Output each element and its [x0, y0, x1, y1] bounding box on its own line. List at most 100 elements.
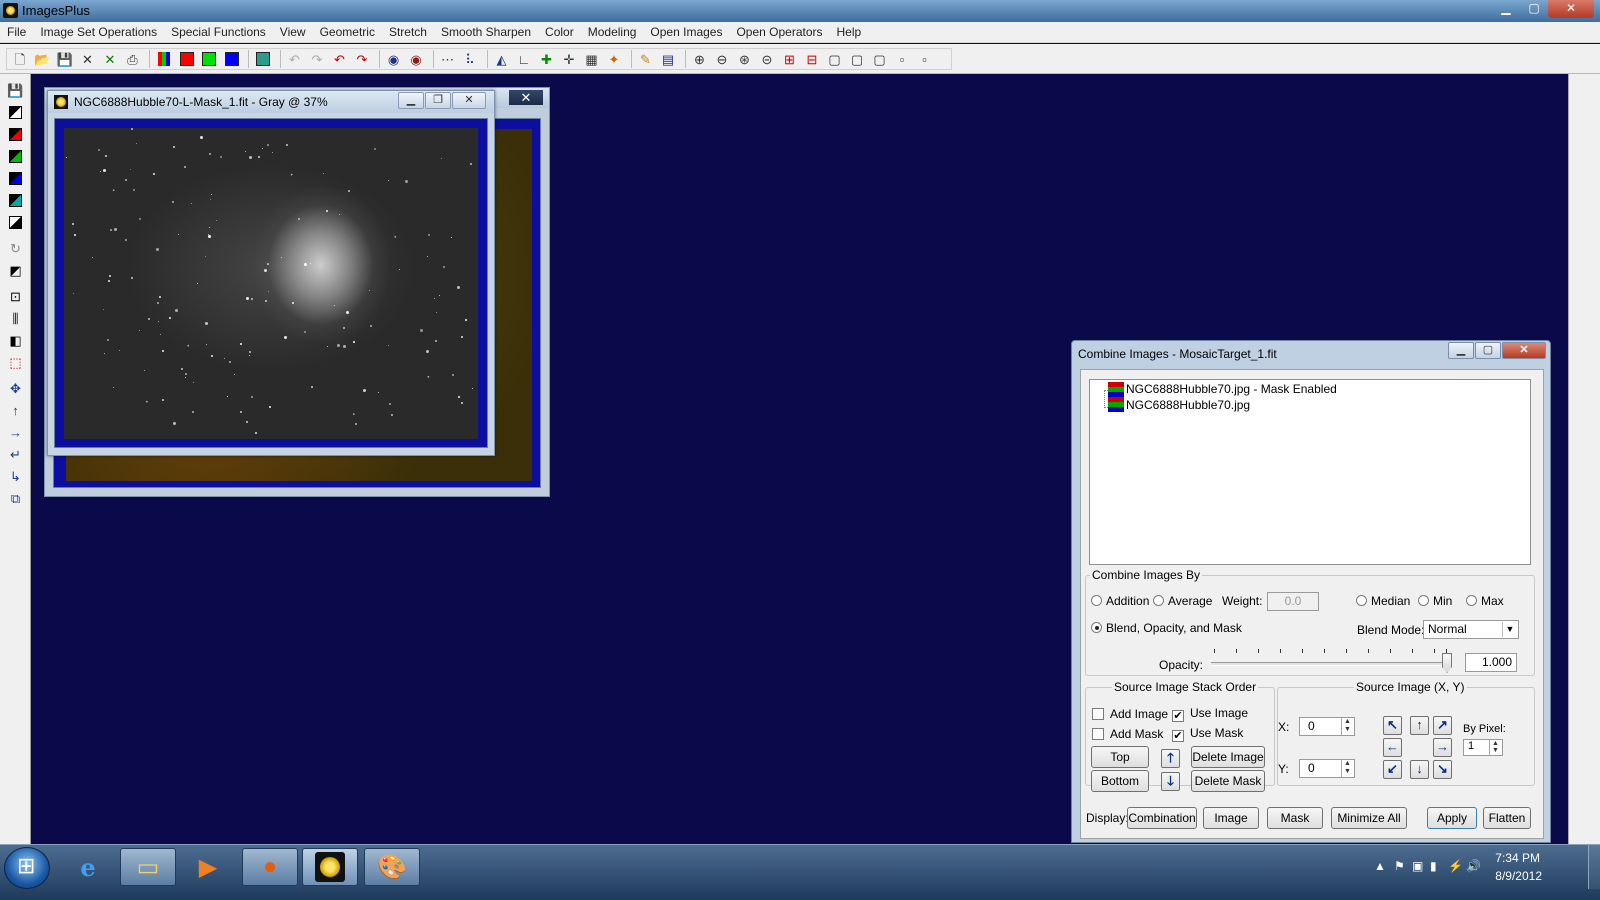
- menu-file[interactable]: File: [0, 22, 33, 42]
- apply-button[interactable]: Apply: [1427, 807, 1477, 829]
- select-tool-icon[interactable]: ⬚: [7, 354, 24, 371]
- internet-explorer-icon[interactable]: e: [60, 848, 116, 886]
- channel-blue-icon[interactable]: [7, 170, 24, 187]
- histogram-icon[interactable]: ◭: [492, 49, 512, 69]
- channel-lum-icon[interactable]: [7, 192, 24, 209]
- pencil-icon[interactable]: ✎: [636, 49, 656, 69]
- arrow-down-icon[interactable]: ↓: [1410, 760, 1429, 779]
- flatten-button[interactable]: Flatten: [1483, 807, 1531, 829]
- arrow-down-left-icon[interactable]: ↙: [1383, 760, 1402, 779]
- luminance-icon[interactable]: [253, 49, 273, 69]
- arrow-up-icon[interactable]: ↑: [1410, 716, 1429, 735]
- palette-icon[interactable]: ✦: [604, 49, 624, 69]
- chevron-up-icon[interactable]: ▲: [1374, 859, 1386, 873]
- menu-geometric[interactable]: Geometric: [313, 22, 382, 42]
- save-tool-icon[interactable]: 💾: [7, 82, 24, 99]
- close-image-icon[interactable]: ✕: [78, 49, 98, 69]
- arrow-up-right-icon[interactable]: ↗: [1433, 716, 1452, 735]
- clock-date[interactable]: 8/9/2012: [1495, 869, 1542, 883]
- arrow-left-icon[interactable]: ←: [1383, 738, 1402, 757]
- average-radio[interactable]: Average: [1153, 594, 1212, 608]
- red-channel-icon[interactable]: [177, 49, 197, 69]
- zoom-out-icon[interactable]: ⊖: [712, 49, 732, 69]
- delete-mask-button[interactable]: Delete Mask: [1191, 770, 1265, 792]
- chevron-down-icon[interactable]: ▼: [1502, 622, 1517, 637]
- close-all-icon[interactable]: ✕: [100, 49, 120, 69]
- minimize-icon[interactable]: ▁: [1448, 342, 1474, 359]
- new-icon[interactable]: 🗋: [10, 49, 30, 69]
- firefox-icon[interactable]: ●: [242, 848, 298, 886]
- menu-open-images[interactable]: Open Images: [643, 22, 729, 42]
- rotate-left-tool-icon[interactable]: ↵: [7, 446, 24, 463]
- grid-icon[interactable]: ▤: [658, 49, 678, 69]
- plot-icon[interactable]: ⠧: [460, 49, 480, 69]
- max-radio[interactable]: Max: [1466, 594, 1504, 608]
- y-stepper[interactable]: 0 ▲ ▼: [1299, 759, 1355, 778]
- menu-image-set-operations[interactable]: Image Set Operations: [33, 22, 164, 42]
- view-box-2-icon[interactable]: ▢: [847, 49, 867, 69]
- weight-field[interactable]: 0.0: [1267, 592, 1319, 611]
- lines-tool-icon[interactable]: ⫼: [7, 310, 24, 327]
- by-pixel-stepper[interactable]: 1 ▲ ▼: [1463, 739, 1503, 756]
- save-icon[interactable]: 💾: [55, 49, 75, 69]
- addition-radio[interactable]: Addition: [1091, 594, 1149, 608]
- zoom-in-icon[interactable]: ⊕: [690, 49, 710, 69]
- mask-window-titlebar[interactable]: NGC6888Hubble70-L-Mask_1.fit - Gray @ 37…: [48, 91, 494, 113]
- circle-icon[interactable]: ◉: [406, 49, 426, 69]
- minimize-icon[interactable]: ▁: [398, 92, 424, 109]
- blue-channel-icon[interactable]: [222, 49, 242, 69]
- top-button[interactable]: Top: [1091, 746, 1149, 768]
- x-stepper[interactable]: 0 ▲ ▼: [1299, 717, 1355, 736]
- clock-time[interactable]: 7:34 PM: [1495, 851, 1540, 865]
- add-image-checkbox[interactable]: Add Image: [1092, 707, 1168, 721]
- file-explorer-icon[interactable]: ▭: [120, 848, 176, 886]
- spin-icon[interactable]: ▲ ▼: [1489, 740, 1501, 755]
- arrow-down-icon[interactable]: 🡓: [1161, 772, 1180, 791]
- imagesplus-app-icon[interactable]: [3, 3, 18, 18]
- bottom-button[interactable]: Bottom: [1091, 770, 1149, 792]
- mask-button[interactable]: Mask: [1267, 807, 1323, 829]
- combination-button[interactable]: Combination: [1127, 807, 1197, 829]
- zoom-fit-icon[interactable]: ⊛: [735, 49, 755, 69]
- calculator-icon[interactable]: ▦: [582, 49, 602, 69]
- channel-black-icon[interactable]: [7, 104, 24, 121]
- opacity-field[interactable]: 1.000: [1465, 653, 1517, 672]
- restore-icon[interactable]: ❐: [425, 92, 451, 109]
- arrow-up-left-icon[interactable]: ↖: [1383, 716, 1402, 735]
- start-button[interactable]: [4, 847, 50, 889]
- open-icon[interactable]: 📂: [33, 49, 53, 69]
- crosshair-icon[interactable]: ✛: [559, 49, 579, 69]
- arrow-right-tool-icon[interactable]: →: [7, 424, 24, 441]
- rgb-channels-icon[interactable]: [154, 49, 174, 69]
- menu-modeling[interactable]: Modeling: [581, 22, 644, 42]
- power-icon[interactable]: ⚡: [1448, 859, 1463, 873]
- network-icon[interactable]: ▮: [1430, 859, 1437, 873]
- crosshair-plus-icon[interactable]: ✚: [537, 49, 557, 69]
- curve-icon[interactable]: ∟: [514, 49, 534, 69]
- view-box-4-icon[interactable]: ▫: [892, 49, 912, 69]
- rotate-tool-icon[interactable]: ↻: [7, 240, 24, 257]
- menu-open-operators[interactable]: Open Operators: [729, 22, 829, 42]
- channel-mask-icon[interactable]: [7, 214, 24, 231]
- copy-tool-icon[interactable]: ⧉: [7, 490, 24, 507]
- close-icon[interactable]: ✕: [452, 92, 486, 109]
- menu-help[interactable]: Help: [830, 22, 869, 42]
- redo-disabled-icon[interactable]: ↷: [307, 49, 327, 69]
- median-radio[interactable]: Median: [1356, 594, 1410, 608]
- volume-icon[interactable]: 🔊: [1466, 859, 1481, 873]
- menu-special-functions[interactable]: Special Functions: [164, 22, 273, 42]
- close-icon[interactable]: ✕: [1502, 342, 1546, 359]
- channel-green-icon[interactable]: [7, 148, 24, 165]
- green-channel-icon[interactable]: [199, 49, 219, 69]
- view-box-1-icon[interactable]: ▢: [825, 49, 845, 69]
- arrow-right-icon[interactable]: →: [1433, 738, 1452, 757]
- delete-image-button[interactable]: Delete Image: [1191, 746, 1265, 768]
- blend-opacity-mask-radio[interactable]: Blend, Opacity, and Mask: [1091, 621, 1242, 635]
- list-item[interactable]: NGC6888Hubble70.jpg: [1126, 398, 1250, 412]
- crop-tool-icon[interactable]: ⊡: [7, 288, 24, 305]
- minimize-icon[interactable]: ▁: [1492, 0, 1520, 18]
- paint-icon[interactable]: 🎨: [364, 848, 420, 886]
- zoom-actual-icon[interactable]: ⊝: [757, 49, 777, 69]
- layer-list[interactable]: NGC6888Hubble70.jpg - Mask Enabled NGC68…: [1089, 379, 1531, 565]
- opacity-slider-track[interactable]: [1211, 662, 1445, 666]
